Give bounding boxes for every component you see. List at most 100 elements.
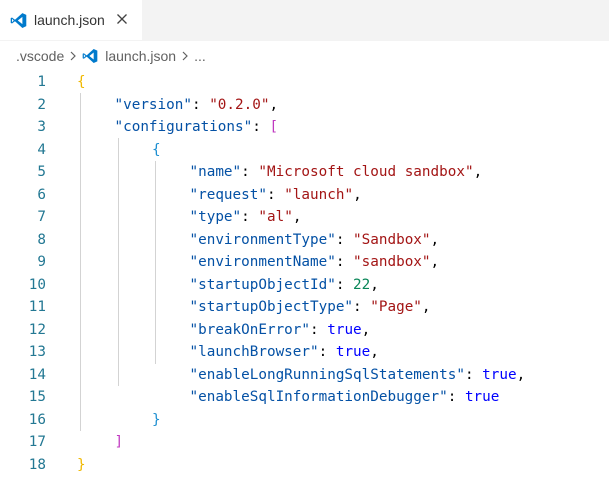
code-token: : [241,164,259,180]
code-line[interactable]: 18} [0,454,609,477]
code-token: : [266,186,285,203]
code-token: , [430,254,440,270]
breadcrumb-file[interactable]: launch.json [82,48,176,64]
code-line[interactable]: 15 "enableSqlInformationDebugger": true [0,386,609,409]
code-token: "startupObjectType" [189,299,354,315]
code-token: "Page" [370,299,422,315]
code-token: "startupObjectId" [189,276,336,293]
code-token: "sandbox" [353,254,431,270]
code-token: true [464,389,500,405]
code-editor[interactable]: 1{2 "version": "0.2.0", 3 "configurations":… [0,71,609,476]
code-token: { [152,141,161,158]
line-number: 5 [37,164,46,180]
code-token: "launch" [284,186,354,203]
breadcrumb-file-label: launch.json [105,48,177,64]
code-token: "version" [114,96,192,113]
code-content: "startupObjectId": 22, [190,274,379,297]
code-line[interactable]: 8 "environmentType": "Sandbox", [0,229,609,252]
code-token: : [318,344,336,360]
code-token: [ [269,119,279,135]
code-line[interactable]: 1{ [0,71,609,94]
tab-launch-json[interactable]: launch.json [0,0,143,40]
code-content: "startupObjectType": "Page", [190,296,431,319]
line-number: 18 [28,456,46,473]
code-token: "request" [189,186,267,203]
code-token: , [353,186,362,203]
line-number: 9 [37,254,46,270]
code-token: , [370,276,379,293]
code-token: true [482,366,517,383]
code-token: : [241,209,259,225]
code-content: "type": "al", [190,206,302,229]
line-number: 16 [28,411,46,428]
code-content: "breakOnError": true, [190,319,371,342]
code-token: , [421,299,431,315]
code-token: : [353,299,371,315]
close-icon[interactable] [114,11,130,27]
code-token: , [516,366,526,383]
code-content: "enableSqlInformationDebugger": true [190,386,500,409]
code-token: , [473,164,483,180]
code-token: "enableLongRunningSqlStatements" [189,366,465,383]
code-line[interactable]: 17] [0,431,609,454]
code-content: "version": "0.2.0", [115,94,279,117]
code-token: : [447,389,465,405]
code-token: "type" [189,209,242,225]
code-line[interactable]: 13 "launchBrowser": true, [0,341,609,364]
code-content: ] [115,431,124,454]
line-number: 17 [28,434,46,450]
line-number: 10 [28,276,46,293]
code-line[interactable]: 9 "environmentName": "sandbox", [0,251,609,274]
code-token: "launchBrowser" [189,344,319,360]
line-number: 13 [28,344,46,360]
code-token: ] [114,434,124,450]
code-token: "environmentType" [189,231,336,248]
code-line[interactable]: 16} [0,409,609,432]
line-number: 1 [37,74,46,90]
code-content: "environmentType": "Sandbox", [190,229,440,252]
code-line[interactable]: 12 "breakOnError": true, [0,319,609,342]
code-token: , [269,96,279,113]
line-number: 8 [37,231,46,248]
code-token: : [335,276,354,293]
code-line[interactable]: 2 "version": "0.2.0", [0,94,609,117]
code-token: "Microsoft cloud sandbox" [258,164,474,180]
code-token: , [370,344,379,360]
line-number: 4 [37,141,46,158]
code-token: { [77,74,86,90]
chevron-right-icon [180,50,190,62]
code-content: "environmentName": "sandbox", [190,251,440,274]
line-number: 12 [28,321,46,338]
code-content: { [152,139,161,162]
code-content: "launchBrowser": true, [190,341,379,364]
code-content: } [152,409,161,432]
vscode-icon [10,12,27,29]
line-number: 3 [37,119,46,135]
code-line[interactable]: 3 "configurations": [ [0,116,609,139]
code-token: : [191,96,210,113]
code-content: "enableLongRunningSqlStatements": true, [190,364,526,387]
code-token: : [252,119,270,135]
code-token: true [335,344,371,360]
code-line[interactable]: 6 "request": "launch", [0,184,609,207]
code-token: } [152,411,161,428]
code-line[interactable]: 7 "type": "al", [0,206,609,229]
code-token: : [464,366,483,383]
code-line[interactable]: 11 "startupObjectType": "Page", [0,296,609,319]
breadcrumb-ellipsis[interactable]: ... [194,48,206,64]
code-line[interactable]: 4{ [0,139,609,162]
code-line[interactable]: 5 "name": "Microsoft cloud sandbox", [0,161,609,184]
code-line[interactable]: 14 "enableLongRunningSqlStatements": true… [0,364,609,387]
code-token: } [77,456,86,473]
line-number: 6 [37,186,46,203]
code-line[interactable]: 10 "startupObjectId": 22, [0,274,609,297]
chevron-right-icon [68,50,78,62]
code-token: , [292,209,302,225]
code-token: "enableSqlInformationDebugger" [189,389,448,405]
line-number: 15 [28,389,46,405]
code-token: , [430,231,440,248]
breadcrumb-folder[interactable]: .vscode [16,48,64,64]
code-token: "Sandbox" [353,231,431,248]
editor-tab-bar: launch.json [0,0,609,41]
code-content: } [77,454,86,477]
